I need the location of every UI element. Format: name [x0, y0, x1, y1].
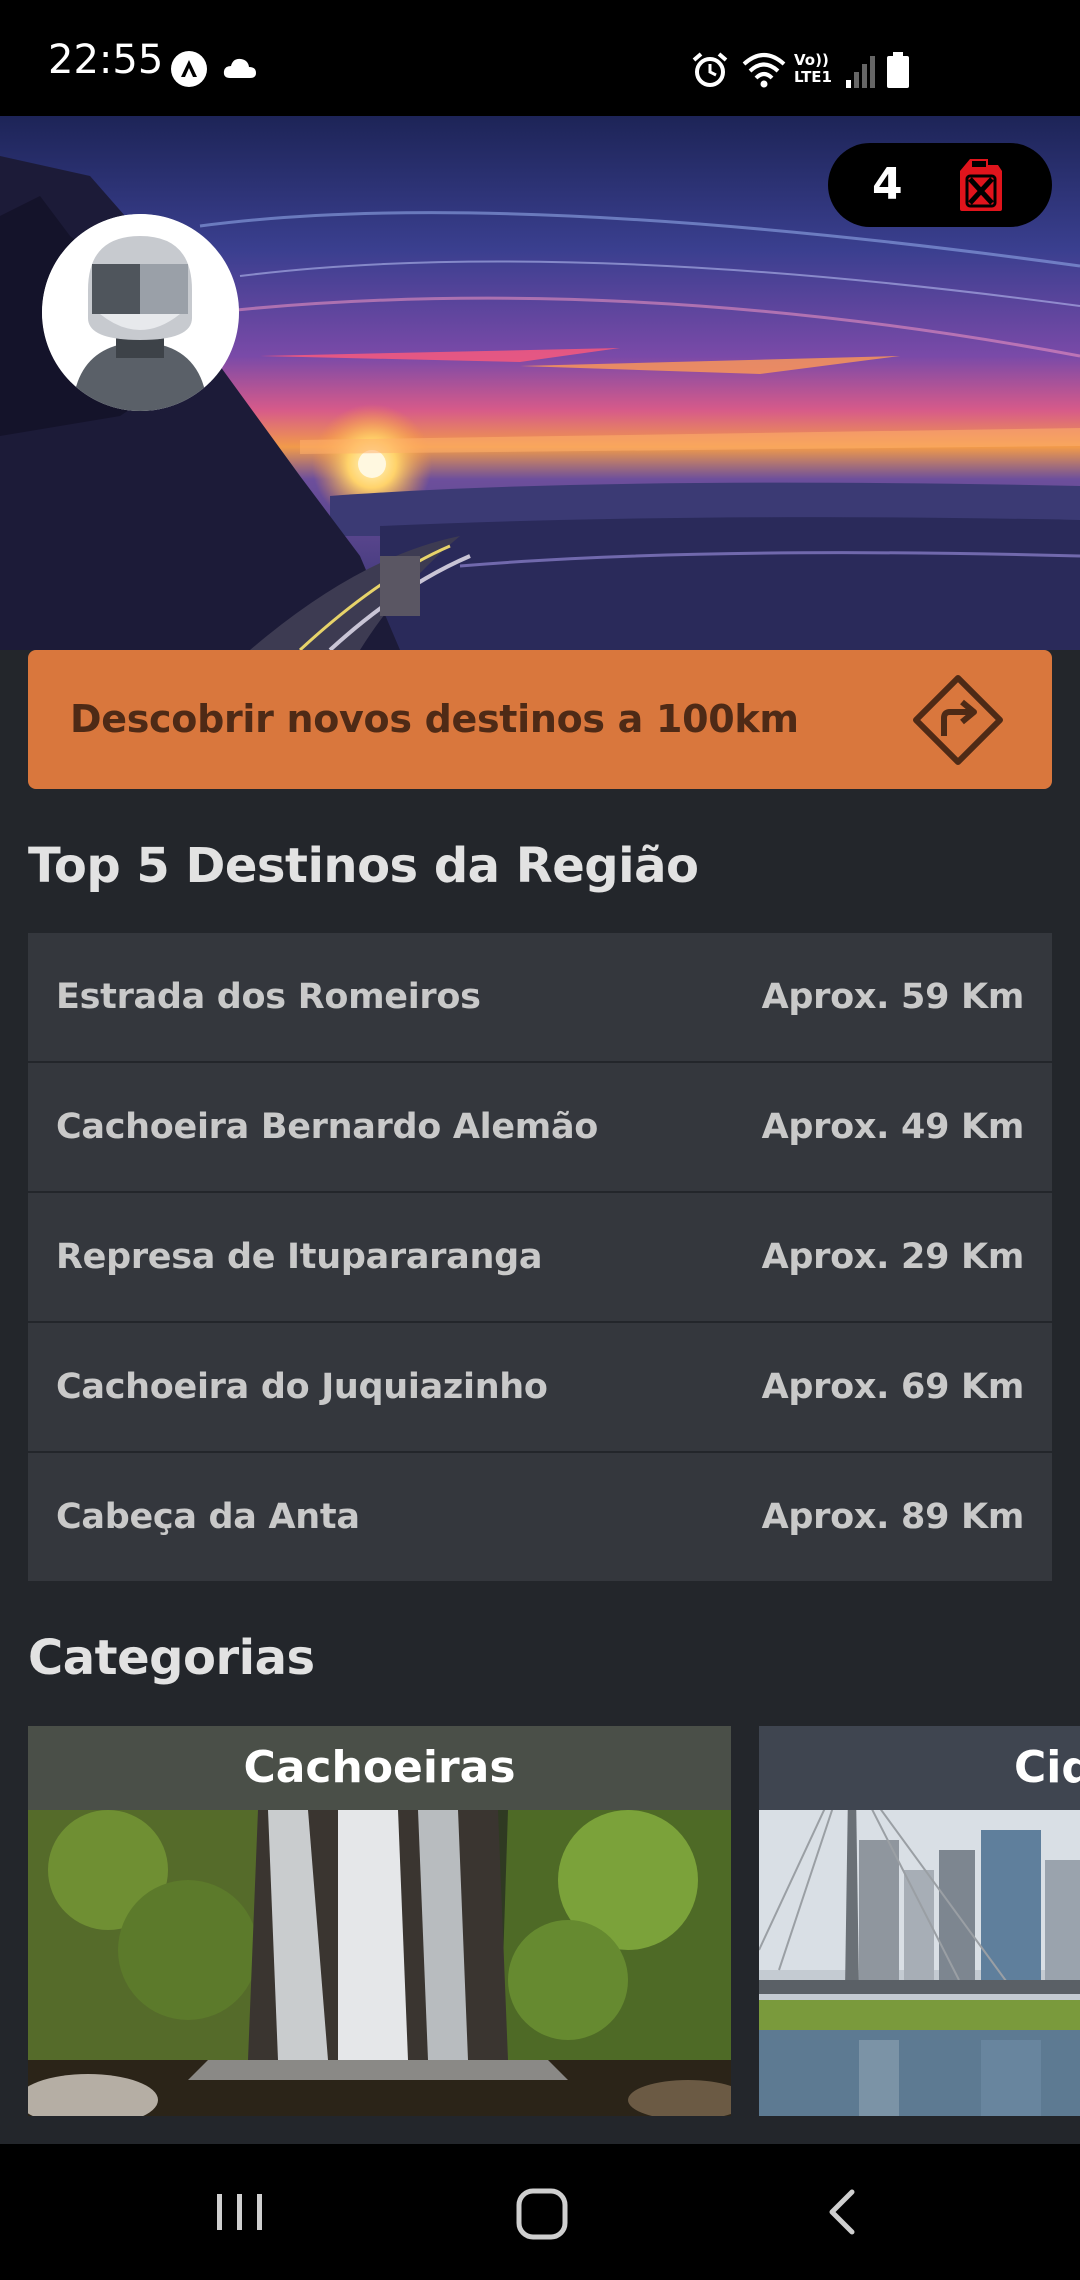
- destination-distance: Aprox. 69 Km: [761, 1367, 1025, 1407]
- helmet-rider-icon: [42, 214, 238, 411]
- destination-distance: Aprox. 59 Km: [761, 977, 1025, 1017]
- top-destinations-list: Estrada dos Romeiros Aprox. 59 Km Cachoe…: [28, 933, 1052, 1583]
- status-bar: 22:55 Vo)) LTE1: [0, 0, 1080, 116]
- destination-name: Cachoeira do Juquiazinho: [56, 1367, 548, 1407]
- destination-distance: Aprox. 29 Km: [761, 1237, 1025, 1277]
- fuel-counter-badge[interactable]: 4: [828, 143, 1052, 227]
- discover-destinations-label: Descobrir novos destinos a 100km: [70, 697, 799, 741]
- recent-apps-icon[interactable]: [213, 2180, 267, 2248]
- back-icon[interactable]: [818, 2180, 868, 2248]
- category-label: Cidades: [1014, 1742, 1080, 1793]
- cloud-icon: [222, 56, 258, 84]
- destination-name: Cabeça da Anta: [56, 1497, 360, 1537]
- city-bridge-image: [759, 1810, 1080, 2116]
- destination-row[interactable]: Represa de Itupararanga Aprox. 29 Km: [28, 1193, 1052, 1323]
- route-sign-icon: [912, 674, 1004, 770]
- destination-row[interactable]: Cachoeira Bernardo Alemão Aprox. 49 Km: [28, 1063, 1052, 1193]
- battery-icon: [886, 52, 910, 92]
- destination-row[interactable]: Estrada dos Romeiros Aprox. 59 Km: [28, 933, 1052, 1063]
- volte-label: Vo)): [794, 51, 829, 69]
- top-destinations-title: Top 5 Destinos da Região: [28, 838, 699, 894]
- home-icon[interactable]: [512, 2180, 572, 2248]
- category-card-cidades[interactable]: Cidades: [759, 1726, 1080, 2116]
- destination-row[interactable]: Cabeça da Anta Aprox. 89 Km: [28, 1453, 1052, 1583]
- waterfall-image: [28, 1810, 731, 2116]
- destination-row[interactable]: Cachoeira do Juquiazinho Aprox. 69 Km: [28, 1323, 1052, 1453]
- fuel-count: 4: [872, 159, 903, 210]
- fuel-can-icon: [956, 157, 1006, 217]
- volte-lte-icon: Vo)) LTE1: [794, 52, 838, 86]
- system-nav-bar: [0, 2144, 1080, 2280]
- destination-name: Cachoeira Bernardo Alemão: [56, 1107, 599, 1147]
- categories-title: Categorias: [28, 1630, 315, 1686]
- avatar[interactable]: [42, 214, 239, 411]
- signal-icon: [846, 52, 876, 92]
- app-notification-icon: [170, 50, 208, 92]
- destination-distance: Aprox. 89 Km: [761, 1497, 1025, 1537]
- discover-destinations-button[interactable]: Descobrir novos destinos a 100km: [28, 650, 1052, 789]
- destination-name: Estrada dos Romeiros: [56, 977, 481, 1017]
- status-time: 22:55: [48, 37, 164, 83]
- destination-distance: Aprox. 49 Km: [761, 1107, 1025, 1147]
- lte-label: LTE1: [794, 68, 832, 86]
- destination-name: Represa de Itupararanga: [56, 1237, 543, 1277]
- alarm-icon: [690, 50, 730, 94]
- category-card-cachoeiras[interactable]: Cachoeiras: [28, 1726, 731, 2116]
- wifi-icon: [742, 52, 786, 92]
- category-label: Cachoeiras: [243, 1742, 516, 1793]
